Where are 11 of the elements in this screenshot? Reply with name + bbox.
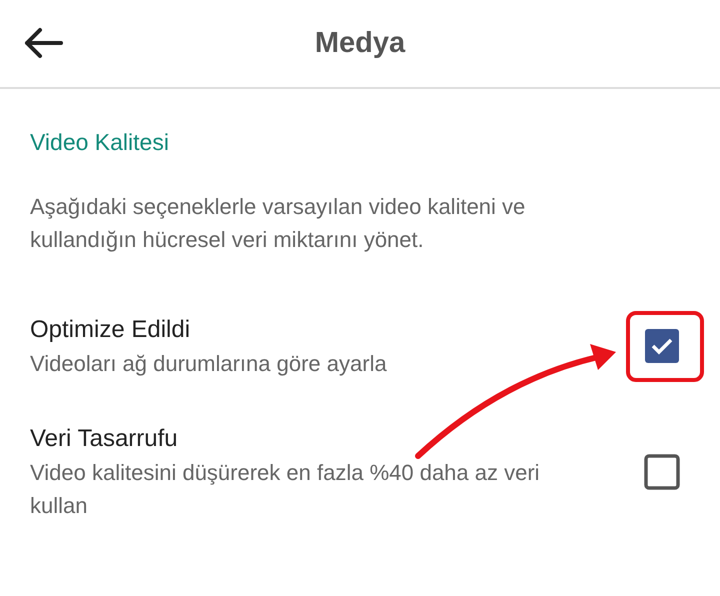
checkbox[interactable] <box>644 454 680 490</box>
section-title: Video Kalitesi <box>29 128 170 157</box>
option-description: Videoları ağ durumlarına göre ayarla <box>30 350 388 378</box>
option-row[interactable]: Veri Tasarrufu Video kalitesini düşürerek en fazla %40 daha az veri kullan <box>0 422 720 522</box>
section-description: Aşağıdaki seçeneklerle varsayılan video kaliteni ve kullandığın hücresel veri miktarını yönet. <box>29 192 526 254</box>
option-description: Video kalitesini düşürerek en fazla %40 daha az veri kullan <box>30 458 541 520</box>
checkbox[interactable] <box>644 328 680 364</box>
option-title: Optimize Edildi <box>30 314 192 344</box>
back-button[interactable] <box>22 26 64 60</box>
option-title: Veri Tasarrufu <box>30 424 179 454</box>
screen-title: Medya <box>314 29 406 58</box>
